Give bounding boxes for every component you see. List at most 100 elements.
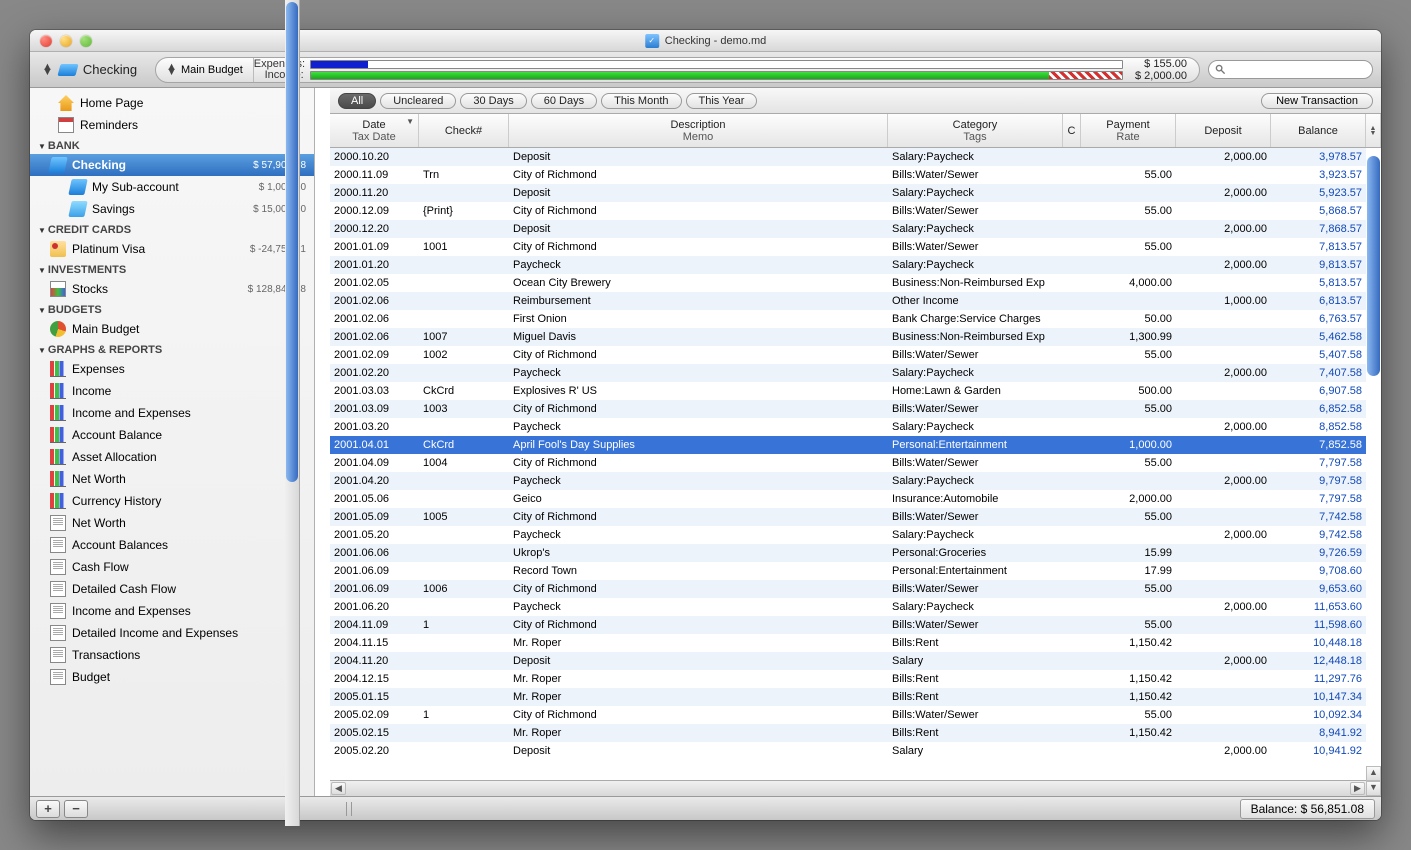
col-balance[interactable]: Balance [1271,114,1366,147]
col-cleared[interactable]: C [1063,114,1081,147]
horizontal-scrollbar[interactable]: ◀ ▶ [330,780,1366,796]
table-row[interactable]: 2005.02.15Mr. RoperBills:Rent1,150.428,9… [330,724,1366,742]
col-payment[interactable]: PaymentRate [1081,114,1176,147]
table-row[interactable]: 2000.12.09{Print}City of RichmondBills:W… [330,202,1366,220]
sidebar-item-expenses[interactable]: Expenses [30,358,314,380]
table-row[interactable]: 2000.10.20DepositSalary:Paycheck2,000.00… [330,148,1366,166]
sidebar-item-income-and-expenses[interactable]: Income and Expenses [30,600,314,622]
col-description[interactable]: DescriptionMemo [509,114,888,147]
table-row[interactable]: 2001.03.03CkCrdExplosives R' USHome:Lawn… [330,382,1366,400]
search-input[interactable] [1230,64,1366,76]
table-row[interactable]: 2001.05.091005City of RichmondBills:Wate… [330,508,1366,526]
zoom-icon[interactable] [80,35,92,47]
sidebar-scrollbar[interactable] [285,88,300,796]
titlebar[interactable]: ✓ Checking - demo.md [30,30,1381,52]
cell-balance: 7,868.57 [1271,223,1366,235]
minimize-icon[interactable] [60,35,72,47]
table-row[interactable]: 2001.03.20PaycheckSalary:Paycheck2,000.0… [330,418,1366,436]
table-row[interactable]: 2001.02.06First OnionBank Charge:Service… [330,310,1366,328]
budget-selector[interactable]: ▲▼ Main Budget [156,58,254,82]
table-row[interactable]: 2001.05.06GeicoInsurance:Automobile2,000… [330,490,1366,508]
sidebar-item-platinum-visa[interactable]: Platinum Visa$ -24,751.51 [30,238,314,260]
table-row[interactable]: 2000.12.20DepositSalary:Paycheck2,000.00… [330,220,1366,238]
vertical-scrollbar[interactable]: ▲ ▼ [1366,148,1381,796]
search-field[interactable] [1208,60,1373,79]
table-row[interactable]: 2001.02.091002City of RichmondBills:Wate… [330,346,1366,364]
scroll-down-icon[interactable]: ▼ [1366,781,1381,796]
filter-30-days[interactable]: 30 Days [460,93,526,109]
sidebar-header-investments[interactable]: ▼INVESTMENTS [30,260,314,278]
sidebar-item-account-balance[interactable]: Account Balance [30,424,314,446]
sidebar-item-cash-flow[interactable]: Cash Flow [30,556,314,578]
table-row[interactable]: 2004.11.20DepositSalary2,000.0012,448.18 [330,652,1366,670]
sidebar-item-budget[interactable]: Budget [30,666,314,688]
sidebar-item-main-budget[interactable]: Main Budget [30,318,314,340]
new-transaction-button[interactable]: New Transaction [1261,93,1373,109]
table-row[interactable]: 2001.06.06Ukrop'sPersonal:Groceries15.99… [330,544,1366,562]
table-row[interactable]: 2001.02.05Ocean City BreweryBusiness:Non… [330,274,1366,292]
table-row[interactable]: 2005.02.20DepositSalary2,000.0010,941.92 [330,742,1366,760]
table-row[interactable]: 2001.02.061007Miguel DavisBusiness:Non-R… [330,328,1366,346]
cell-balance: 6,813.57 [1271,295,1366,307]
filter-60-days[interactable]: 60 Days [531,93,597,109]
sidebar-item-detailed-income-and-expenses[interactable]: Detailed Income and Expenses [30,622,314,644]
remove-button[interactable]: − [64,800,88,818]
table-row[interactable]: 2001.06.091006City of RichmondBills:Wate… [330,580,1366,598]
table-row[interactable]: 2001.05.20PaycheckSalary:Paycheck2,000.0… [330,526,1366,544]
filter-all[interactable]: All [338,93,376,109]
table-row[interactable]: 2001.01.20PaycheckSalary:Paycheck2,000.0… [330,256,1366,274]
filter-this-year[interactable]: This Year [686,93,758,109]
col-options[interactable]: ▲▼ [1366,114,1381,147]
table-row[interactable]: 2001.04.01CkCrdApril Fool's Day Supplies… [330,436,1366,454]
table-row[interactable]: 2001.04.091004City of RichmondBills:Wate… [330,454,1366,472]
sidebar-item-stocks[interactable]: Stocks$ 128,845.38 [30,278,314,300]
table-row[interactable]: 2004.11.15Mr. RoperBills:Rent1,150.4210,… [330,634,1366,652]
col-date[interactable]: Date▼Tax Date [330,114,419,147]
scroll-right-icon[interactable]: ▶ [1350,782,1365,795]
sidebar-item-detailed-cash-flow[interactable]: Detailed Cash Flow [30,578,314,600]
table-row[interactable]: 2001.04.20PaycheckSalary:Paycheck2,000.0… [330,472,1366,490]
table-row[interactable]: 2004.12.15Mr. RoperBills:Rent1,150.4211,… [330,670,1366,688]
table-row[interactable]: 2001.02.20PaycheckSalary:Paycheck2,000.0… [330,364,1366,382]
sidebar-header-credit-cards[interactable]: ▼CREDIT CARDS [30,220,314,238]
table-row[interactable]: 2005.02.091City of RichmondBills:Water/S… [330,706,1366,724]
sidebar-header-bank[interactable]: ▼BANK [30,136,314,154]
sidebar-item-income-and-expenses[interactable]: Income and Expenses [30,402,314,424]
splitter-handle[interactable] [346,802,352,816]
sidebar-item-transactions[interactable]: Transactions [30,644,314,666]
sidebar-item-home-page[interactable]: Home Page [30,92,314,114]
close-icon[interactable] [40,35,52,47]
col-check[interactable]: Check# [419,114,509,147]
table-row[interactable]: 2000.11.20DepositSalary:Paycheck2,000.00… [330,184,1366,202]
filter-this-month[interactable]: This Month [601,93,681,109]
col-category[interactable]: CategoryTags [888,114,1063,147]
sidebar-item-asset-allocation[interactable]: Asset Allocation [30,446,314,468]
sidebar-item-savings[interactable]: Savings$ 15,000.00 [30,198,314,220]
table-row[interactable]: 2000.11.09TrnCity of RichmondBills:Water… [330,166,1366,184]
scroll-left-icon[interactable]: ◀ [331,782,346,795]
sidebar-item-reminders[interactable]: Reminders [30,114,314,136]
filter-uncleared[interactable]: Uncleared [380,93,456,109]
sidebar-header-graphs-reports[interactable]: ▼GRAPHS & REPORTS [30,340,314,358]
cell-deposit: 2,000.00 [1176,601,1271,613]
sidebar-item-account-balances[interactable]: Account Balances [30,534,314,556]
sidebar-item-currency-history[interactable]: Currency History [30,490,314,512]
sidebar-item-my-sub-account[interactable]: My Sub-account$ 1,000.00 [30,176,314,198]
col-deposit[interactable]: Deposit [1176,114,1271,147]
table-row[interactable]: 2004.11.091City of RichmondBills:Water/S… [330,616,1366,634]
sidebar-item-income[interactable]: Income [30,380,314,402]
sidebar-item-net-worth[interactable]: Net Worth [30,512,314,534]
add-button[interactable]: + [36,800,60,818]
sidebar-item-checking[interactable]: Checking$ 57,906.08 [30,154,314,176]
account-selector[interactable]: ▲▼ Checking [38,60,147,79]
cell-category: Salary:Paycheck [888,151,1063,163]
table-row[interactable]: 2001.06.09Record TownPersonal:Entertainm… [330,562,1366,580]
scroll-up-icon[interactable]: ▲ [1366,766,1381,781]
table-row[interactable]: 2001.03.091003City of RichmondBills:Wate… [330,400,1366,418]
table-row[interactable]: 2001.06.20PaycheckSalary:Paycheck2,000.0… [330,598,1366,616]
table-row[interactable]: 2001.02.06ReimbursementOther Income1,000… [330,292,1366,310]
sidebar-item-net-worth[interactable]: Net Worth [30,468,314,490]
table-row[interactable]: 2001.01.091001City of RichmondBills:Wate… [330,238,1366,256]
table-row[interactable]: 2005.01.15Mr. RoperBills:Rent1,150.4210,… [330,688,1366,706]
sidebar-header-budgets[interactable]: ▼BUDGETS [30,300,314,318]
